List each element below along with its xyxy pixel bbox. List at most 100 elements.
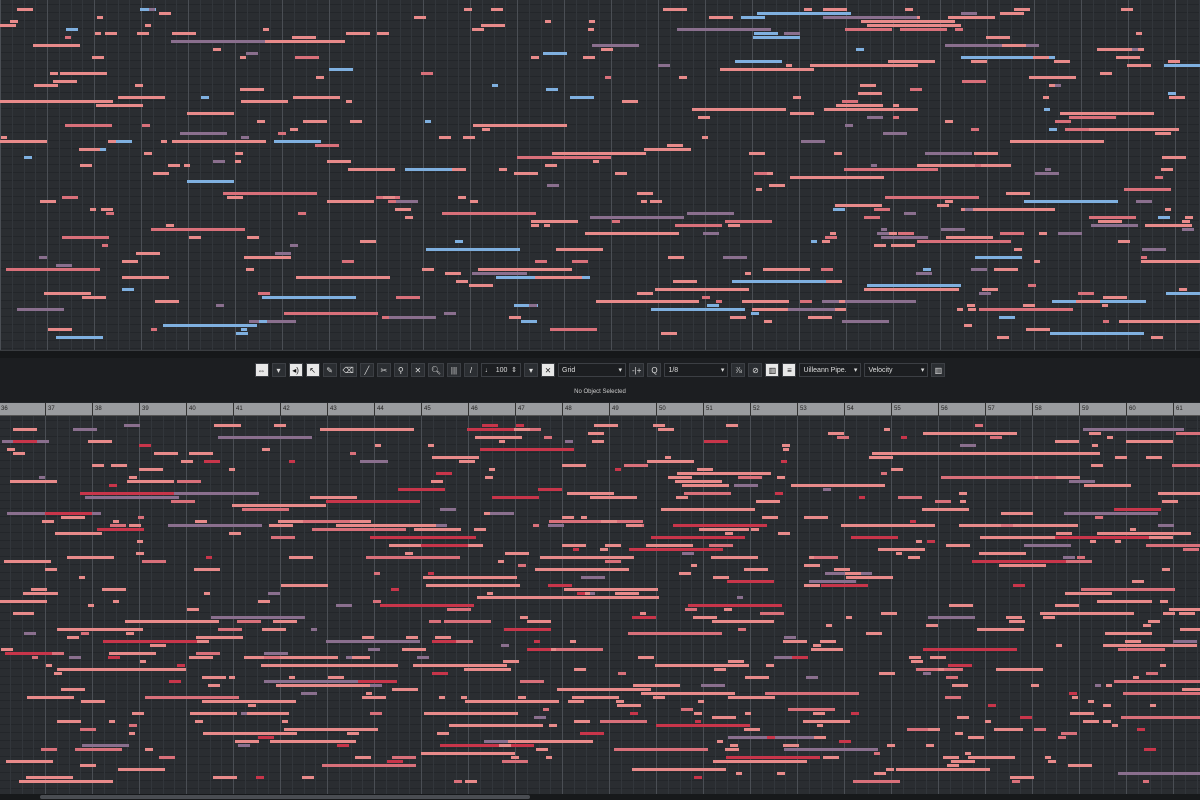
- midi-note[interactable]: [410, 688, 418, 691]
- midi-note[interactable]: [454, 780, 462, 783]
- midi-note[interactable]: [905, 8, 913, 11]
- midi-note[interactable]: [274, 140, 321, 143]
- midi-note[interactable]: [806, 676, 818, 679]
- midi-note[interactable]: [653, 424, 665, 427]
- midi-note[interactable]: [1084, 484, 1131, 487]
- midi-note[interactable]: [501, 644, 509, 647]
- instrument-select[interactable]: Uilleann Pipe. ▾: [799, 363, 862, 377]
- midi-note[interactable]: [783, 448, 789, 451]
- midi-note[interactable]: [751, 528, 759, 531]
- midi-note[interactable]: [825, 236, 837, 239]
- midi-note[interactable]: [846, 616, 852, 619]
- midi-note[interactable]: [745, 712, 751, 715]
- midi-note[interactable]: [784, 636, 796, 639]
- midi-note[interactable]: [813, 644, 821, 647]
- midi-note[interactable]: [440, 508, 456, 511]
- midi-note[interactable]: [132, 712, 144, 715]
- midi-note[interactable]: [1165, 208, 1171, 211]
- midi-note[interactable]: [499, 440, 505, 443]
- midi-note[interactable]: [1050, 332, 1144, 335]
- midi-note[interactable]: [180, 132, 227, 135]
- midi-note[interactable]: [823, 16, 917, 19]
- midi-note[interactable]: [790, 112, 814, 115]
- midi-note[interactable]: [202, 676, 226, 679]
- midi-note[interactable]: [1158, 216, 1170, 219]
- midi-note[interactable]: [600, 720, 647, 723]
- midi-note[interactable]: [923, 648, 1017, 651]
- midi-note[interactable]: [923, 672, 931, 675]
- midi-note[interactable]: [790, 176, 884, 179]
- object-selection-tool-icon[interactable]: ↖: [305, 363, 320, 377]
- midi-note[interactable]: [1115, 456, 1127, 459]
- midi-note[interactable]: [1024, 200, 1118, 203]
- midi-note[interactable]: [321, 276, 327, 279]
- midi-note[interactable]: [694, 712, 702, 715]
- midi-note[interactable]: [909, 656, 921, 659]
- midi-note[interactable]: [498, 560, 504, 563]
- ruler-bar-49[interactable]: 49: [609, 403, 619, 416]
- midi-note[interactable]: [110, 524, 126, 527]
- midi-note[interactable]: [667, 144, 683, 147]
- midi-note[interactable]: [402, 648, 426, 651]
- midi-note[interactable]: [1118, 648, 1165, 651]
- midi-note[interactable]: [92, 464, 104, 467]
- midi-note[interactable]: [996, 668, 1043, 671]
- midi-note[interactable]: [108, 656, 120, 659]
- midi-note[interactable]: [327, 200, 374, 203]
- midi-note[interactable]: [4, 560, 51, 563]
- midi-note[interactable]: [704, 440, 728, 443]
- midi-note[interactable]: [622, 100, 638, 103]
- midi-note[interactable]: [290, 244, 298, 247]
- midi-note[interactable]: [533, 524, 539, 527]
- midi-note[interactable]: [716, 300, 722, 303]
- midi-note[interactable]: [218, 628, 242, 631]
- midi-note[interactable]: [360, 460, 384, 463]
- midi-note[interactable]: [27, 696, 74, 699]
- midi-note[interactable]: [713, 760, 807, 763]
- midi-note[interactable]: [601, 48, 613, 51]
- midi-note[interactable]: [964, 324, 972, 327]
- midi-note[interactable]: [135, 84, 143, 87]
- midi-note[interactable]: [461, 696, 467, 699]
- midi-note[interactable]: [765, 692, 859, 695]
- midi-note[interactable]: [435, 636, 451, 639]
- midi-note[interactable]: [999, 316, 1015, 319]
- midi-note[interactable]: [139, 468, 163, 471]
- midi-note[interactable]: [869, 456, 893, 459]
- midi-note[interactable]: [568, 700, 584, 703]
- midi-note[interactable]: [81, 700, 105, 703]
- nudge-field[interactable]: ♩ 100 ⇕: [481, 363, 522, 377]
- midi-note[interactable]: [216, 304, 224, 307]
- midi-note[interactable]: [1033, 56, 1049, 59]
- midi-note[interactable]: [41, 748, 57, 751]
- midi-note[interactable]: [355, 756, 371, 759]
- midi-note[interactable]: [1014, 248, 1022, 251]
- midi-note[interactable]: [246, 52, 258, 55]
- midi-note[interactable]: [405, 216, 413, 219]
- midi-note[interactable]: [139, 444, 151, 447]
- midi-note[interactable]: [701, 684, 725, 687]
- midi-note[interactable]: [1142, 248, 1166, 251]
- midi-note[interactable]: [600, 548, 608, 551]
- midi-note[interactable]: [342, 260, 354, 263]
- midi-note[interactable]: [867, 24, 961, 27]
- midi-note[interactable]: [518, 696, 526, 699]
- midi-note[interactable]: [999, 564, 1046, 567]
- midi-note[interactable]: [860, 84, 876, 87]
- midi-note[interactable]: [42, 520, 54, 523]
- midi-note[interactable]: [1132, 48, 1138, 51]
- midi-note[interactable]: [644, 148, 691, 151]
- midi-note[interactable]: [911, 660, 923, 663]
- midi-note[interactable]: [196, 652, 220, 655]
- midi-note[interactable]: [928, 616, 975, 619]
- midi-note[interactable]: [168, 164, 180, 167]
- midi-note[interactable]: [935, 500, 951, 503]
- midi-note[interactable]: [592, 440, 604, 443]
- midi-note[interactable]: [824, 108, 918, 111]
- midi-note[interactable]: [346, 100, 352, 103]
- midi-note[interactable]: [550, 328, 597, 331]
- midi-note[interactable]: [505, 552, 529, 555]
- midi-note[interactable]: [1058, 736, 1066, 739]
- midi-note[interactable]: [946, 544, 970, 547]
- midi-note[interactable]: [874, 244, 886, 247]
